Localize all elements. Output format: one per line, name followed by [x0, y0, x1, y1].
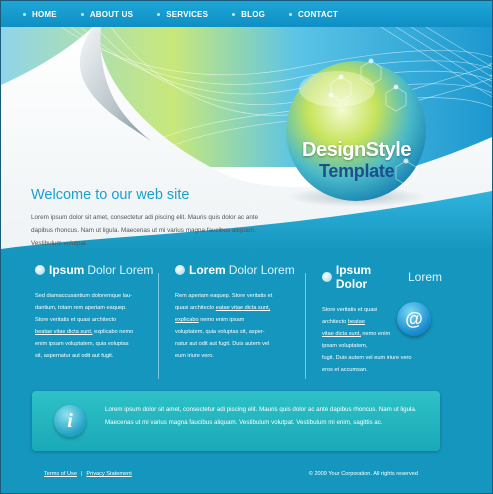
column-1-line: sit, aspernatur aut odit aut fugit.	[35, 353, 114, 359]
column-1-body: Sed diamaccusantium doloremque lau- dant…	[35, 290, 155, 362]
bullet-icon	[80, 12, 84, 16]
column-2-body: Rem aperiam eaquep. Store veritatis et q…	[175, 290, 300, 362]
nav-about-us[interactable]: ABOUT US	[80, 9, 134, 19]
bullet-icon	[289, 12, 293, 16]
nav-contact-label: CONTACT	[298, 9, 338, 19]
welcome-heading: Welcome to our web site	[31, 187, 190, 203]
column-2-line: explicabo nemo enim ipsam	[175, 314, 300, 326]
info-icon: i	[54, 405, 86, 437]
column-2-title: Lorem Dolor Lorem	[175, 263, 300, 277]
footer-separator: |	[80, 471, 83, 477]
column-1-link[interactable]: beatae vitae dicta sunt,	[35, 329, 93, 335]
nav-blog[interactable]: BLOG	[232, 10, 265, 19]
column-1-line: dantium, totam rem aperiam eaquep.	[35, 305, 127, 311]
column-2: Lorem Dolor Lorem Rem aperiam eaquep. St…	[175, 263, 300, 362]
privacy-statement-link[interactable]: Privacy Statement	[86, 471, 131, 477]
nav-about-label: ABOUT US	[89, 9, 134, 19]
copyright-text: © 2009 Your Corporation. All rights rese…	[308, 471, 418, 477]
column-3-link[interactable]: beatae	[348, 319, 365, 325]
column-divider	[305, 273, 306, 379]
column-2-line: natur aut odit aut fugit. Duis autem vel	[175, 341, 270, 347]
column-1-line-tail: explicabo nemo	[92, 329, 134, 335]
nav-home[interactable]: HOME	[23, 10, 57, 19]
column-2-line: Rem aperiam eaquep. Store veritatis et	[175, 293, 273, 299]
nav-contact[interactable]: CONTACT	[289, 10, 338, 19]
globe-icon	[322, 272, 332, 282]
nav-services[interactable]: SERVICES	[157, 10, 208, 19]
column-2-line: voluptatem, quia voluptas sit, asper-	[175, 329, 265, 335]
column-3-line-tail: nemo enim	[360, 331, 391, 337]
column-2-title-bold: Lorem	[189, 263, 226, 277]
column-2-link[interactable]: explicabo	[175, 317, 199, 323]
column-1: Ipsum Dolor Lorem Sed diamaccusantium do…	[35, 263, 155, 362]
column-3-line: ipsam voluptatem,	[322, 343, 368, 349]
globe-icon	[175, 265, 185, 275]
column-2-line: quasi architecto eatae vitae dicta sunt,	[175, 302, 300, 314]
column-2-line: eum iriure vero.	[175, 353, 214, 359]
nav-home-label: HOME	[32, 9, 57, 19]
column-3-line: eros et accumsan.	[322, 367, 368, 373]
footer: Terms of Use | Privacy Statement © 2009 Yo…	[1, 463, 492, 493]
bullet-icon	[232, 12, 236, 16]
header-banner: DesignStyle Template Welcome to our web …	[1, 27, 492, 251]
footer-links: Terms of Use | Privacy Statement	[44, 471, 132, 477]
bullet-icon	[23, 12, 26, 16]
logo-subtitle: Template	[319, 161, 395, 181]
column-3-title: Ipsum Dolor Lorem	[322, 263, 442, 291]
globe-icon	[35, 265, 45, 275]
column-2-title-light: Dolor Lorem	[228, 263, 295, 277]
intro-text: Lorem ipsum dolor sit amet, consectetur …	[31, 214, 259, 247]
column-1-line: Store veritatis et quasi architecto	[35, 317, 117, 323]
column-divider	[158, 273, 159, 379]
column-1-line: beatae vitae dicta sunt, explicabo nemo	[35, 326, 155, 338]
nav-blog-label: BLOG	[241, 9, 266, 19]
nav-services-label: SERVICES	[166, 9, 209, 19]
column-3-title-light: Lorem	[407, 270, 442, 284]
at-sign-icon[interactable]: @	[397, 302, 431, 336]
column-2-line-tail: nemo enim ipsam	[198, 317, 245, 323]
column-3-line-head: architecto	[322, 319, 347, 325]
column-1-title-light: Dolor Lorem	[87, 263, 154, 277]
info-text: Lorem ipsum dolor sit amet, consectetur …	[105, 406, 417, 426]
column-3-link[interactable]: vitae dicta sunt,	[322, 331, 361, 337]
column-1-title-bold: Ipsum	[49, 263, 85, 277]
top-navigation: HOME ABOUT US SERVICES BLOG CONTACT	[1, 1, 492, 27]
column-1-line: enim ipsam voluptatem, quia voluptas	[35, 341, 129, 347]
column-3-title-bold: Ipsum Dolor	[335, 263, 372, 291]
info-box: i Lorem ipsum dolor sit amet, consectetu…	[32, 391, 440, 451]
column-2-line-head: quasi architecto	[175, 305, 215, 311]
column-1-title: Ipsum Dolor Lorem	[35, 263, 155, 277]
terms-of-use-link[interactable]: Terms of Use	[44, 471, 77, 477]
column-3-line: fugit. Duis autem vel eum iriure vero	[322, 355, 412, 361]
bullet-icon	[157, 12, 161, 16]
logo-title: DesignStyle	[302, 139, 411, 161]
column-2-link[interactable]: eatae vitae dicta sunt,	[216, 305, 270, 311]
column-1-line: Sed diamaccusantium doloremque lau-	[35, 293, 133, 299]
page: HOME ABOUT US SERVICES BLOG CONTACT Desi…	[0, 0, 493, 494]
